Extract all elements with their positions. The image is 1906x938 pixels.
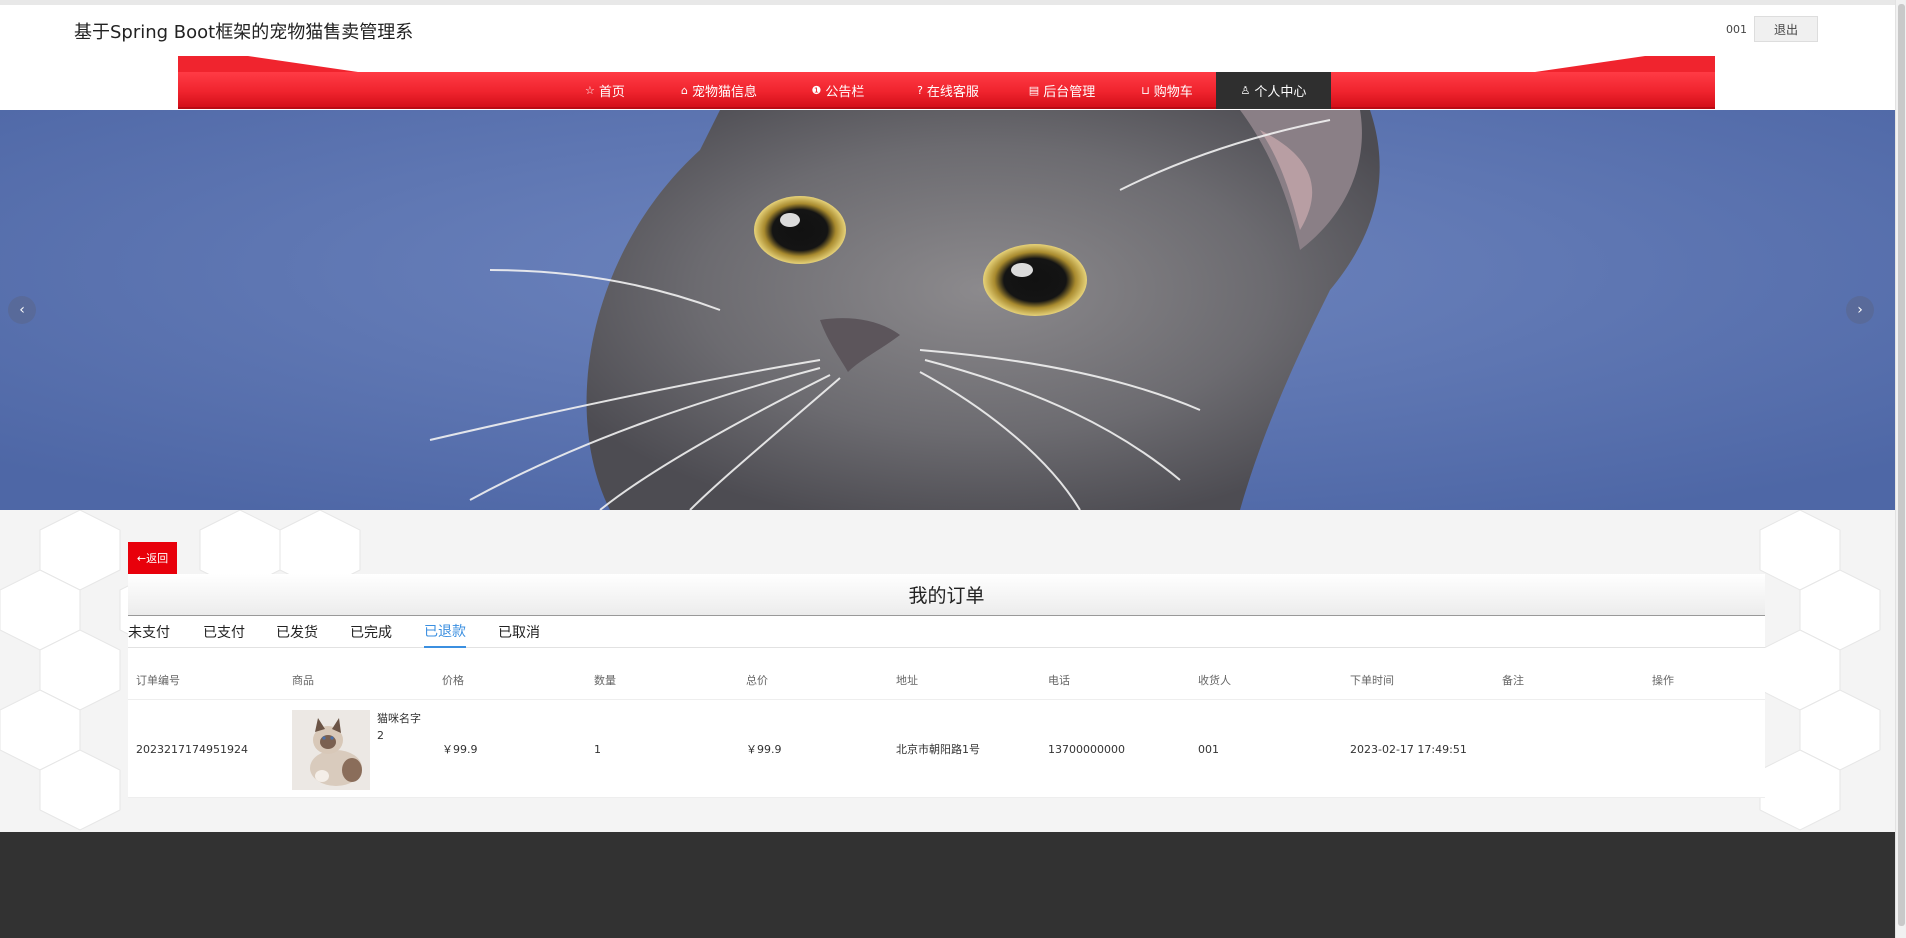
- col-quantity: 数量: [594, 674, 616, 687]
- col-phone: 电话: [1048, 674, 1070, 687]
- carousel-next-button[interactable]: ›: [1846, 296, 1874, 324]
- col-remark: 备注: [1502, 674, 1524, 687]
- quantity-cell: 1: [594, 742, 601, 756]
- tab-unpaid[interactable]: 未支付: [128, 616, 170, 648]
- price-cell: ￥99.9: [442, 743, 478, 756]
- col-price: 价格: [442, 674, 464, 687]
- nav-home-label: 首页: [598, 85, 625, 100]
- nav-notice-label: 公告栏: [825, 85, 865, 100]
- orders-title: 我的订单: [128, 574, 1765, 616]
- product-thumbnail[interactable]: [292, 710, 370, 790]
- address-cell: 北京市朝阳路1号: [896, 743, 980, 756]
- question-icon: ?: [917, 84, 923, 97]
- phone-cell: 13700000000: [1048, 742, 1125, 756]
- col-product: 商品: [292, 674, 314, 687]
- nav-notice[interactable]: ❶ 公告栏: [800, 72, 876, 109]
- nav-admin[interactable]: ▤ 后台管理: [1016, 72, 1108, 109]
- col-total: 总价: [746, 674, 768, 687]
- col-receiver: 收货人: [1198, 674, 1231, 687]
- top-border: [0, 0, 1906, 5]
- nav-home[interactable]: ☆ 首页: [574, 72, 636, 109]
- nav-profile-label: 个人中心: [1254, 85, 1307, 100]
- orders-panel: 我的订单 未支付 已支付 已发货 已完成 已退款 已取消 订单编号 商品 价格 …: [128, 574, 1765, 798]
- nav-cart[interactable]: ⊔ 购物车: [1128, 72, 1206, 109]
- nav-admin-label: 后台管理: [1043, 85, 1096, 100]
- tab-cancelled[interactable]: 已取消: [498, 616, 540, 648]
- banner-carousel: ‹ ›: [0, 110, 1895, 510]
- col-address: 地址: [896, 674, 918, 687]
- tab-shipped[interactable]: 已发货: [276, 616, 318, 648]
- shop-icon: ⌂: [681, 84, 688, 97]
- nav-decoration: [178, 56, 1715, 74]
- admin-icon: ▤: [1028, 84, 1040, 97]
- col-order-time: 下单时间: [1350, 674, 1394, 687]
- footer: [0, 832, 1906, 938]
- main-nav: ☆ 首页 ⌂ 宠物猫信息 ❶ 公告栏 ? 在线客服 ▤ 后台管理 ⊔ 购物车 ♙…: [178, 72, 1715, 109]
- current-username: 001: [1726, 23, 1747, 36]
- page-scrollbar[interactable]: [1895, 0, 1906, 938]
- order-status-tabs: 未支付 已支付 已发货 已完成 已退款 已取消: [128, 616, 1765, 648]
- nav-support[interactable]: ? 在线客服: [902, 72, 994, 109]
- orders-table-header: 订单编号 商品 价格 数量 总价 地址 电话 收货人 下单时间 备注 操作: [128, 660, 1765, 700]
- nav-profile[interactable]: ♙ 个人中心: [1216, 72, 1331, 109]
- col-order-no: 订单编号: [136, 674, 180, 687]
- tab-refunded[interactable]: 已退款: [424, 616, 466, 648]
- product-count: 2: [377, 729, 384, 742]
- scrollbar-thumb[interactable]: [1898, 4, 1905, 926]
- product-name[interactable]: 猫咪名字: [377, 710, 421, 726]
- nav-cat-info[interactable]: ⌂ 宠物猫信息: [668, 72, 770, 109]
- nav-support-label: 在线客服: [926, 85, 979, 100]
- nav-cart-label: 购物车: [1153, 85, 1193, 100]
- order-number: 2023217174951924: [136, 742, 248, 756]
- table-row: 2023217174951924 猫咪名字 2 ￥99.9 1 ￥99.9 北京…: [128, 700, 1765, 798]
- order-time-cell: 2023-02-17 17:49:51: [1350, 742, 1467, 756]
- col-action: 操作: [1652, 674, 1674, 687]
- info-circle-icon: ❶: [811, 84, 822, 97]
- carousel-prev-button[interactable]: ‹: [8, 296, 36, 324]
- star-icon: ☆: [585, 84, 595, 97]
- back-button[interactable]: ←返回: [128, 542, 177, 574]
- total-cell: ￥99.9: [746, 743, 782, 756]
- cat-product-image: [292, 710, 370, 790]
- cart-icon: ⊔: [1141, 84, 1150, 97]
- nav-cat-info-label: 宠物猫信息: [691, 85, 757, 100]
- tab-paid[interactable]: 已支付: [203, 616, 245, 648]
- tab-completed[interactable]: 已完成: [350, 616, 392, 648]
- cat-banner-image: [0, 110, 1895, 510]
- site-title: 基于Spring Boot框架的宠物猫售卖管理系: [74, 22, 414, 43]
- logout-button[interactable]: 退出: [1754, 16, 1818, 42]
- user-icon: ♙: [1240, 84, 1251, 97]
- receiver-cell: 001: [1198, 742, 1219, 756]
